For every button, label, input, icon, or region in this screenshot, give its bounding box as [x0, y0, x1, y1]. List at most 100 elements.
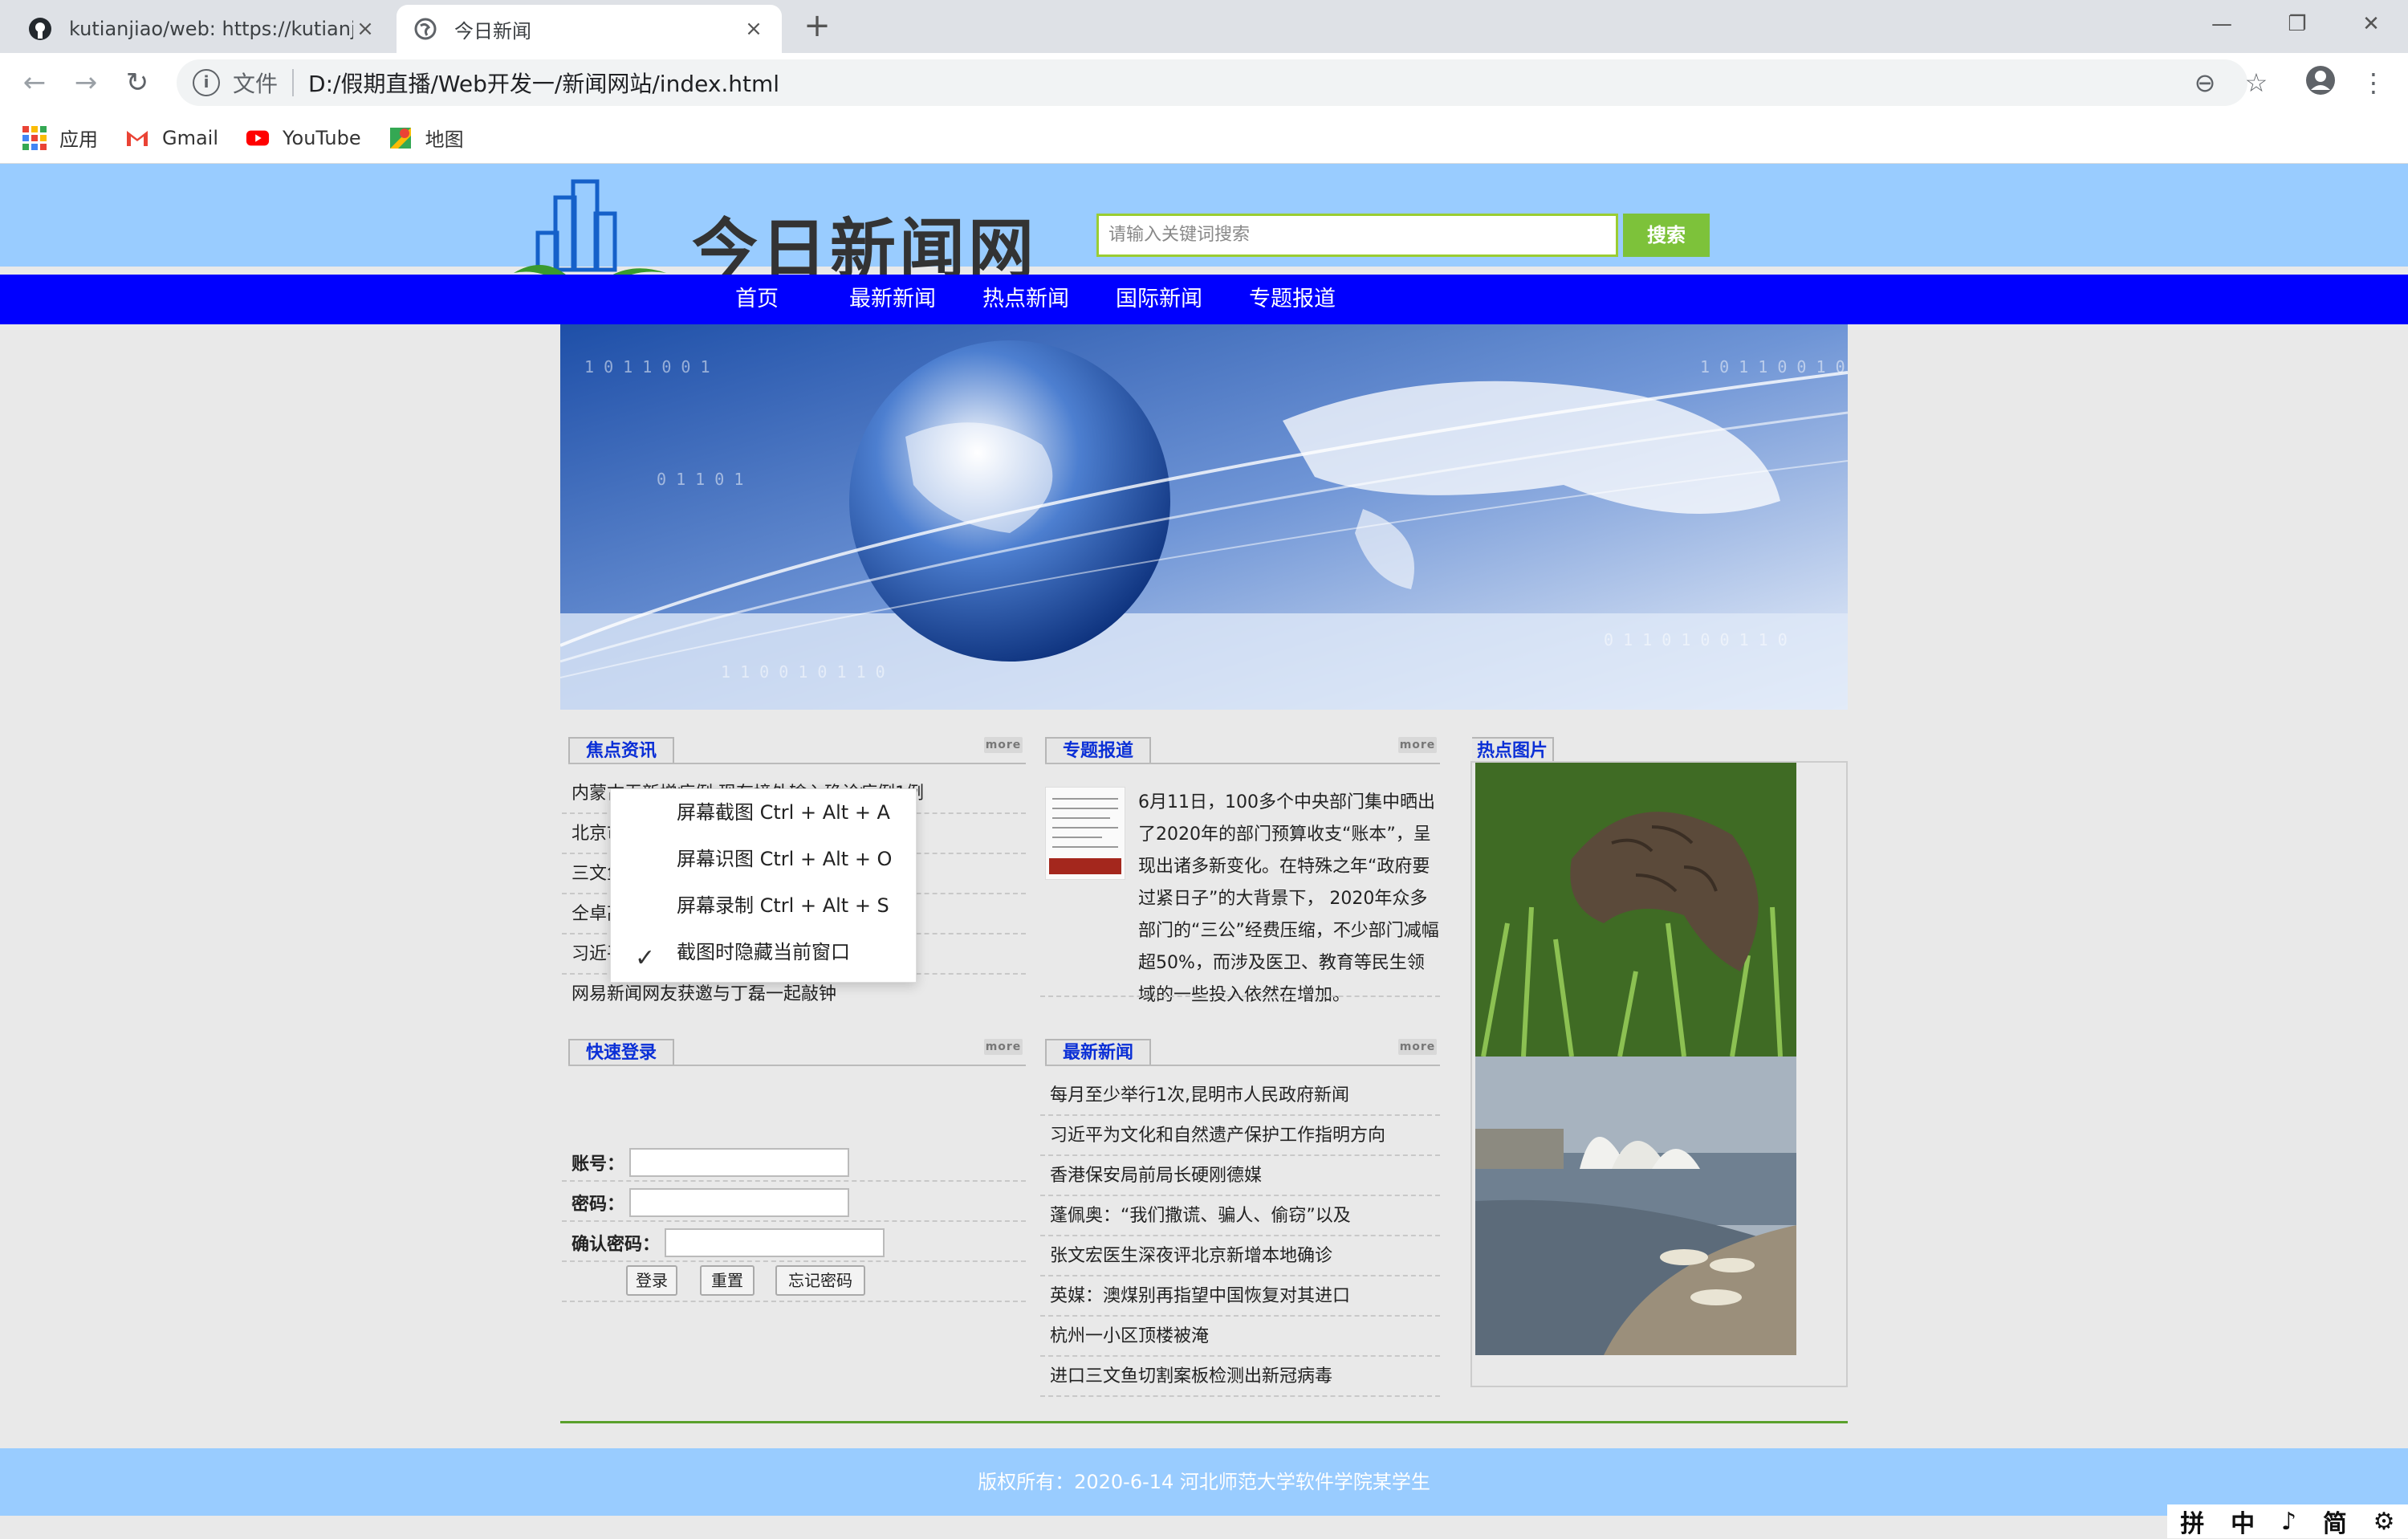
url-text[interactable]: D:/假期直播/Web开发一/新闻网站/index.html: [308, 67, 779, 99]
list-item[interactable]: 英媒：澳煤别再指望中国恢复对其进口: [1040, 1276, 1440, 1317]
search-button[interactable]: 搜索: [1623, 214, 1710, 257]
feature-article-text: 6月11日，100多个中央部门集中晒出了2020年的部门预算收支“账本”，呈现出…: [1138, 792, 1439, 1005]
ime-pinyin-icon[interactable]: 拼: [2180, 1504, 2204, 1539]
more-link-latest[interactable]: more: [1398, 1039, 1437, 1055]
nav-international-news[interactable]: 国际新闻: [1116, 275, 1202, 324]
menu-kebab-icon[interactable]: ⋮: [2355, 64, 2392, 101]
tab-github[interactable]: kutianjiao/web: https://kutianj ×: [11, 5, 393, 53]
bookmarks-bar: 应用 Gmail YouTube 地图: [0, 112, 2408, 164]
login-button[interactable]: 登录: [626, 1265, 677, 1296]
tab-title: 今日新闻: [454, 19, 531, 43]
back-arrow-icon[interactable]: ←: [16, 64, 53, 101]
section-divider: [568, 763, 1026, 764]
bookmark-label: 地图: [425, 128, 464, 151]
forward-arrow-icon[interactable]: →: [67, 64, 104, 101]
info-icon[interactable]: i: [193, 69, 220, 96]
bookmark-youtube[interactable]: YouTube: [246, 126, 361, 150]
ime-punctuation-icon[interactable]: ♪: [2281, 1508, 2296, 1536]
content-bottom-rule: [560, 1421, 1848, 1423]
new-tab-button[interactable]: +: [801, 8, 833, 43]
section-title-hot-pictures: 热点图片: [1472, 737, 1555, 764]
list-item[interactable]: 蓬佩奥：“我们撒谎、骗人、偷窃”以及: [1040, 1196, 1440, 1236]
account-input[interactable]: [629, 1148, 849, 1177]
zoom-out-icon[interactable]: ⊖: [2186, 64, 2223, 101]
address-bar[interactable]: i 文件 D:/假期直播/Web开发一/新闻网站/index.html: [177, 59, 2247, 106]
list-item[interactable]: 习近平为文化和自然遗产保护工作指明方向: [1040, 1116, 1440, 1156]
nav-hot-news[interactable]: 热点新闻: [982, 275, 1069, 324]
bookmark-apps[interactable]: 应用: [22, 124, 98, 152]
svg-text:1 0 1 1 0 0 1: 1 0 1 1 0 0 1: [584, 357, 710, 377]
star-bookmark-icon[interactable]: ☆: [2238, 64, 2275, 101]
list-item[interactable]: 张文宏医生深夜评北京新增本地确诊: [1040, 1236, 1440, 1276]
scheme-label: 文件: [233, 71, 279, 97]
github-icon: [27, 16, 53, 42]
reload-icon[interactable]: ↻: [119, 64, 156, 101]
menu-item-screen-recording[interactable]: 屏幕录制 Ctrl + Alt + S: [677, 882, 889, 929]
confirm-password-input[interactable]: [665, 1228, 885, 1257]
ime-toolbar: 拼 中 ♪ 简 ⚙: [2167, 1504, 2408, 1538]
reset-button[interactable]: 重置: [700, 1265, 755, 1296]
svg-text:0 1 1 0 1 0 0 1 1 0: 0 1 1 0 1 0 0 1 1 0: [1604, 630, 1788, 649]
menu-item-screen-recognition[interactable]: 屏幕识图 Ctrl + Alt + O: [677, 836, 892, 882]
confirm-password-label: 确认密码：: [571, 1235, 661, 1255]
ime-chinese-mode-icon[interactable]: 中: [2231, 1504, 2255, 1539]
copyright-text: 版权所有：2020-6-14 河北师范大学软件学院某学生: [978, 1471, 1430, 1493]
nav-special-reports[interactable]: 专题报道: [1249, 275, 1336, 324]
apps-grid-icon: [22, 125, 47, 150]
more-link-feature[interactable]: more: [1398, 737, 1437, 753]
tab-today-news[interactable]: 今日新闻 ×: [397, 5, 782, 53]
checkmark-icon: ✓: [635, 944, 656, 972]
row-divider: [562, 1180, 1026, 1182]
list-item[interactable]: 杭州一小区顶楼被淹: [1040, 1317, 1440, 1357]
section-divider: [1040, 995, 1440, 997]
divider: [292, 69, 295, 96]
address-toolbar: ← → ↻ i 文件 D:/假期直播/Web开发一/新闻网站/index.htm…: [0, 53, 2408, 112]
account-label: 账号：: [571, 1154, 625, 1175]
bookmark-label: YouTube: [283, 126, 361, 149]
bookmark-gmail[interactable]: Gmail: [125, 126, 218, 150]
password-label: 密码：: [571, 1195, 625, 1215]
main-navigation: 首页 最新新闻 热点新闻 国际新闻 专题报道: [0, 275, 2408, 324]
row-divider: [562, 1301, 1026, 1302]
section-divider: [1045, 1065, 1440, 1066]
ime-simplified-icon[interactable]: 简: [2323, 1504, 2347, 1539]
svg-text:1 1 0 0 1 0 1 1 0: 1 1 0 0 1 0 1 1 0: [721, 662, 885, 682]
svg-text:0 1 1 0 1: 0 1 1 0 1: [657, 470, 743, 489]
window-close-button[interactable]: ✕: [2349, 6, 2394, 42]
menu-item-screenshot[interactable]: 屏幕截图 Ctrl + Alt + A: [677, 789, 890, 836]
tab-title: kutianjiao/web: https://kutianj: [69, 18, 353, 40]
tab-close-icon[interactable]: ×: [353, 17, 377, 41]
list-item[interactable]: 进口三文鱼切割案板检测出新冠病毒: [1040, 1357, 1440, 1397]
hot-picture-opera-house[interactable]: [1475, 1057, 1796, 1355]
bookmark-maps[interactable]: 地图: [388, 124, 464, 152]
ime-settings-icon[interactable]: ⚙: [2373, 1508, 2395, 1536]
section-title-latest: 最新新闻: [1045, 1039, 1152, 1066]
list-item[interactable]: 每月至少举行1次,昆明市人民政府新闻: [1040, 1076, 1440, 1116]
search-input[interactable]: 请输入关键词搜索: [1096, 214, 1618, 257]
maps-icon: [388, 126, 413, 150]
profile-avatar-icon[interactable]: [2302, 64, 2339, 101]
hot-picture-pangolin[interactable]: [1475, 763, 1796, 1057]
section-title-focus: 焦点资讯: [568, 737, 675, 764]
site-footer: 版权所有：2020-6-14 河北师范大学软件学院某学生: [0, 1448, 2408, 1516]
nav-latest-news[interactable]: 最新新闻: [849, 275, 936, 324]
maximize-button[interactable]: ❐: [2275, 6, 2320, 42]
list-item[interactable]: 香港保安局前局长硬刚德媒: [1040, 1156, 1440, 1196]
section-divider: [568, 1065, 1026, 1066]
section-divider: [1045, 763, 1440, 764]
minimize-button[interactable]: —: [2199, 6, 2244, 42]
more-link-focus[interactable]: more: [984, 737, 1023, 753]
row-divider: [562, 1260, 1026, 1262]
section-title-login: 快速登录: [568, 1039, 675, 1066]
bookmark-label: Gmail: [162, 126, 219, 149]
password-input[interactable]: [629, 1188, 849, 1217]
tab-close-icon[interactable]: ×: [742, 17, 766, 41]
menu-item-hide-window[interactable]: 截图时隐藏当前窗口: [677, 929, 850, 975]
feature-thumbnail[interactable]: [1045, 787, 1125, 880]
forgot-password-button[interactable]: 忘记密码: [775, 1265, 865, 1296]
nav-home[interactable]: 首页: [735, 275, 779, 324]
banner-image: 1 0 1 1 0 0 1 0 1 1 0 1 1 0 1 1 0 0 1 0 0 …: [560, 324, 1848, 710]
globe-icon: [413, 16, 438, 42]
more-link-login[interactable]: more: [984, 1039, 1023, 1055]
news-page: 今日新闻网 请输入关键词搜索 搜索 首页 最新新闻 热点新闻 国际新闻 专题报道…: [0, 164, 2408, 1538]
